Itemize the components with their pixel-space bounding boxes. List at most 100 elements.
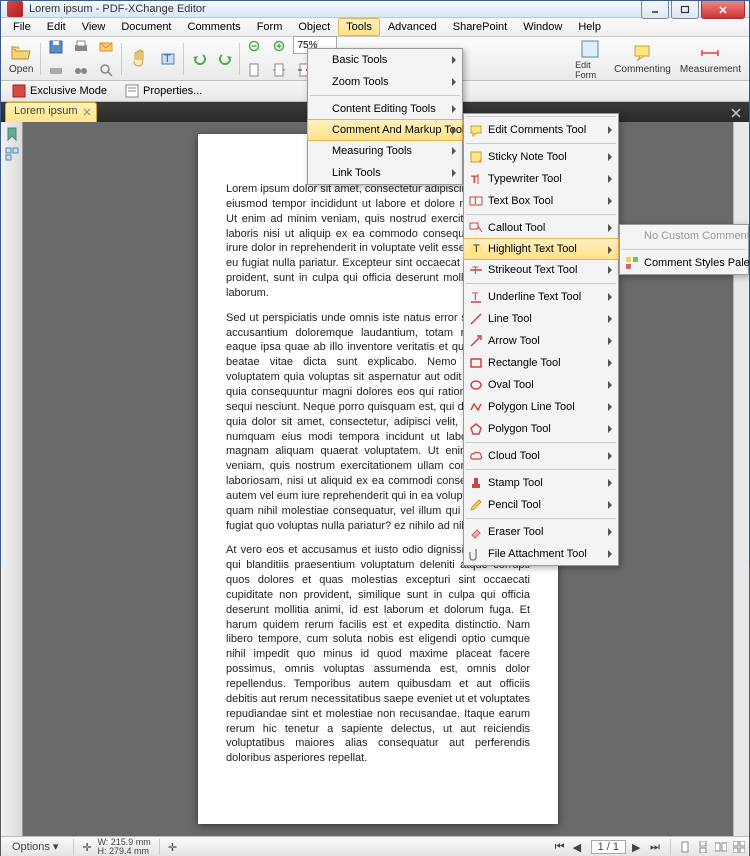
eraser-icon — [468, 524, 484, 540]
menu-sharepoint[interactable]: SharePoint — [445, 18, 515, 36]
options-button[interactable]: Options▾ — [5, 837, 65, 856]
markup-strike[interactable]: TStrikeout Text Tool — [464, 259, 618, 281]
menu-help[interactable]: Help — [570, 18, 609, 36]
email-button[interactable] — [94, 36, 118, 58]
redo-icon — [216, 51, 232, 67]
save-button[interactable] — [44, 36, 68, 58]
markup-eraser[interactable]: Eraser Tool — [464, 521, 618, 543]
zoom-out-button[interactable] — [243, 36, 267, 58]
actual-size-button[interactable] — [243, 59, 267, 81]
commenting-icon — [632, 42, 654, 64]
menu-measuring[interactable]: Measuring Tools — [308, 140, 462, 162]
markup-attach[interactable]: File Attachment Tool — [464, 543, 618, 565]
markup-highlight[interactable]: THighlight Text Tool — [463, 238, 619, 260]
markup-pencil[interactable]: Pencil Tool — [464, 494, 618, 516]
tools-dropdown: Basic Tools Zoom Tools Content Editing T… — [307, 48, 463, 185]
bookmarks-panel-icon[interactable] — [4, 126, 20, 142]
hand-icon — [129, 48, 151, 70]
cursor-pos-icon: ✛ — [168, 841, 180, 853]
markup-polygon[interactable]: Polygon Tool — [464, 418, 618, 440]
maximize-button[interactable] — [671, 1, 699, 19]
scan-button[interactable] — [44, 59, 68, 81]
window-controls — [641, 1, 745, 19]
no-custom-style[interactable]: No Custom Comment Style — [620, 225, 748, 247]
find-button[interactable] — [69, 59, 93, 81]
hand-tool-button[interactable] — [125, 40, 155, 78]
binoculars-icon — [73, 62, 89, 78]
crosshair-icon: ✛ — [82, 841, 94, 853]
close-button[interactable] — [701, 1, 745, 19]
menu-object[interactable]: Object — [290, 18, 338, 36]
layout-facing-icon[interactable] — [715, 841, 727, 853]
pencil-icon — [468, 497, 484, 513]
menu-comments[interactable]: Comments — [180, 18, 249, 36]
select-tool-button[interactable]: T — [156, 40, 180, 78]
exclusive-mode-button[interactable]: Exclusive Mode — [5, 81, 114, 101]
redo-button[interactable] — [212, 48, 236, 70]
minimize-button[interactable] — [641, 1, 669, 19]
menu-tools[interactable]: Tools — [338, 18, 380, 36]
highlight-submenu: No Custom Comment Style Comment Styles P… — [619, 224, 749, 275]
menu-content-editing[interactable]: Content Editing Tools — [308, 98, 462, 120]
first-page-icon[interactable]: ⏮ — [555, 841, 567, 853]
menu-zoom-tools[interactable]: Zoom Tools — [308, 71, 462, 93]
document-tab[interactable]: Lorem ipsum — [5, 102, 97, 122]
page-indicator[interactable]: 1 / 1 — [591, 840, 626, 854]
window-title: Lorem ipsum - PDF-XChange Editor — [29, 3, 206, 15]
menu-link-tools[interactable]: Link Tools — [308, 162, 462, 184]
markup-arrow[interactable]: Arrow Tool — [464, 330, 618, 352]
menu-advanced[interactable]: Advanced — [380, 18, 445, 36]
measurement-button[interactable]: Measurement — [676, 40, 745, 78]
markup-line[interactable]: Line Tool — [464, 308, 618, 330]
markup-typewriter[interactable]: TTypewriter Tool — [464, 168, 618, 190]
markup-cloud[interactable]: Cloud Tool — [464, 445, 618, 467]
markup-edit-comments[interactable]: Edit Comments Tool — [464, 119, 618, 141]
markup-sticky[interactable]: Sticky Note Tool — [464, 146, 618, 168]
comment-styles-palette[interactable]: Comment Styles Palette — [620, 252, 748, 274]
polyline-icon — [468, 399, 484, 415]
next-page-icon[interactable]: ▶ — [632, 841, 644, 853]
commenting-button[interactable]: Commenting — [610, 40, 675, 78]
menu-file[interactable]: File — [5, 18, 39, 36]
markup-underline[interactable]: TUnderline Text Tool — [464, 286, 618, 308]
thumbnails-panel-icon[interactable] — [4, 146, 20, 162]
markup-textbox[interactable]: TText Box Tool — [464, 190, 618, 212]
markup-callout[interactable]: Callout Tool — [464, 217, 618, 239]
markup-polyline[interactable]: Polygon Line Tool — [464, 396, 618, 418]
app-window: Lorem ipsum - PDF-XChange Editor File Ed… — [0, 0, 750, 564]
tabstrip-close-icon[interactable] — [729, 106, 743, 120]
menu-edit[interactable]: Edit — [39, 18, 74, 36]
oval-icon — [468, 377, 484, 393]
zoom-in-button[interactable] — [268, 36, 292, 58]
fit-page-button[interactable] — [268, 59, 292, 81]
markup-oval[interactable]: Oval Tool — [464, 374, 618, 396]
menu-basic-tools[interactable]: Basic Tools — [308, 49, 462, 71]
markup-stamp[interactable]: Stamp Tool — [464, 472, 618, 494]
edit-form-icon — [579, 38, 601, 60]
attach-icon — [468, 546, 484, 562]
menu-view[interactable]: View — [74, 18, 114, 36]
palette-icon — [624, 255, 640, 271]
prev-page-icon[interactable]: ◀ — [573, 841, 585, 853]
menu-window[interactable]: Window — [515, 18, 570, 36]
last-page-icon[interactable]: ⏭ — [650, 841, 662, 853]
menu-comment-markup[interactable]: Comment And Markup Tools — [307, 119, 463, 141]
highlight-icon: T — [468, 241, 484, 257]
menu-document[interactable]: Document — [113, 18, 179, 36]
measurement-icon — [699, 42, 721, 64]
close-tab-icon[interactable] — [82, 107, 92, 117]
menu-form[interactable]: Form — [249, 18, 291, 36]
markup-rect[interactable]: Rectangle Tool — [464, 352, 618, 374]
edit-form-button[interactable]: Edit Form — [571, 40, 609, 78]
layout-facing-cont-icon[interactable] — [733, 841, 745, 853]
line-icon — [468, 311, 484, 327]
search-button[interactable] — [94, 59, 118, 81]
edit-comments-icon — [468, 122, 484, 138]
print-button[interactable] — [69, 36, 93, 58]
title-bar: Lorem ipsum - PDF-XChange Editor — [1, 1, 749, 18]
properties-button[interactable]: Properties... — [118, 81, 209, 101]
layout-single-icon[interactable] — [679, 841, 691, 853]
undo-button[interactable] — [187, 48, 211, 70]
layout-cont-icon[interactable] — [697, 841, 709, 853]
open-button[interactable]: Open — [5, 40, 37, 78]
